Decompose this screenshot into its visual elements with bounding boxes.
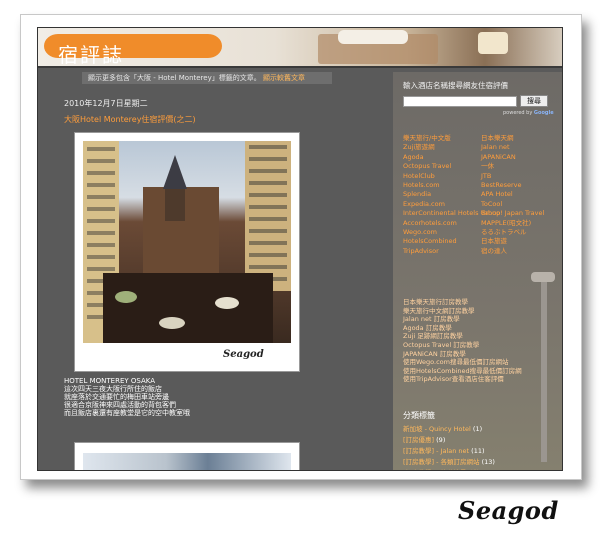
booking-site-link[interactable]: 日本樂天網 [481,134,561,143]
booking-links-left: 樂天旅行/中文版 Zuji旅遊網 Agoda Octopus Travel HotelC… [403,134,500,256]
howto-link[interactable]: Zuji 足跡網訂房教學 [403,332,522,341]
category-count: (9) [434,436,446,444]
hotel-exterior-photo [83,453,291,470]
powered-by-text: powered by [503,110,533,116]
booking-links-right: 日本樂天網 Jalan net JAPANiCAN 一休 JTB BestReserve A… [481,134,561,256]
building-right [245,141,291,291]
category-link[interactable]: [訂房教學] - Jalan net [403,447,469,455]
notice-text: 顯示更多包含「大阪 - Hotel Monterey」標籤的文章。 [88,74,261,82]
booking-site-link[interactable]: MAPPLE(昭文社) [481,219,561,228]
sidebar: 輸入酒店名稱搜尋網友住宿評價 搜尋 powered by Google 樂天旅行… [393,72,562,470]
chapel-tower [165,187,185,221]
booking-site-link[interactable]: Splendia [403,190,483,199]
howto-link[interactable]: Octopus Travel 訂房教學 [403,341,522,350]
lamp-pole-image [541,282,547,462]
post-body: HOTEL MONTEREY OSAKA 這次四天三夜大阪行所住的飯店 就座落於… [64,377,190,417]
booking-site-link[interactable]: Yahoo! Japan Travel [481,209,561,218]
post-line: 而且飯店裏還有座教堂是它的空中教室哦 [64,409,190,417]
booking-site-link[interactable]: HotelClub [403,172,483,181]
category-count: (1) [470,425,483,433]
category-list: 新加坡 - Quincy Hotel (1) [訂房優惠] (9) [訂房教學] -… [403,424,495,470]
booking-site-link[interactable]: Octopus Travel [403,162,483,171]
category-link[interactable]: 新加坡 - Quincy Hotel [403,425,471,433]
umbrella [159,317,185,329]
hotel-search-input[interactable] [403,96,517,107]
booking-site-link[interactable]: 樂天旅行/中文版 [403,134,483,143]
category-item: [訂房優惠] (9) [403,435,495,446]
booking-site-link[interactable]: 宿の達人 [481,247,561,256]
older-posts-link[interactable]: 顯示較舊文章 [263,74,305,82]
search-heading: 輸入酒店名稱搜尋網友住宿評價 [403,81,508,90]
post-photo[interactable]: Seagod [74,132,300,372]
photo-watermark: Seagod [223,349,264,360]
category-link[interactable]: [訂房教學] - 各類訂房網站 [403,458,480,466]
booking-site-link[interactable]: HotelsCombined [403,237,483,246]
category-item: 新加坡 - Quincy Hotel (1) [403,424,495,435]
booking-site-link[interactable]: BestReserve [481,181,561,190]
chapel-steeple [163,155,187,189]
category-link[interactable]: [訂房優惠] [403,436,434,444]
blog-screenshot: 宿評誌 顯示更多包含「大阪 - Hotel Monterey」標籤的文章。 顯示… [37,27,563,471]
booking-site-link[interactable]: InterContinental Hotels Group [403,209,500,218]
umbrella [215,297,239,309]
booking-site-link[interactable]: Zuji旅遊網 [403,143,483,152]
booking-site-link[interactable]: 日本旅遊 [481,237,561,246]
booking-site-link[interactable]: JTB [481,172,561,181]
category-count: (13) [479,458,495,466]
signature-watermark: Seagod [458,496,559,525]
courtyard [103,273,273,343]
howto-link[interactable]: 使用TripAdvisor查看酒店住客評價 [403,375,522,384]
category-item: [訂房教學] - 各類訂房網站 (13) [403,457,495,468]
howto-link[interactable]: Jalan net 訂房教學 [403,315,522,324]
post-line: 就座落於交通要忙的梅田車站旁邊 [64,393,169,401]
powered-by: powered by Google [503,110,554,116]
logo-badge[interactable]: 宿評誌 [44,34,222,66]
hotel-courtyard-photo [83,141,291,343]
umbrella [115,291,137,303]
blog-header: 宿評誌 [38,28,562,68]
booking-site-link[interactable]: JAPANiCAN [481,153,561,162]
header-lamp-image [478,32,508,54]
booking-site-link[interactable]: 一休 [481,162,561,171]
howto-links: 日本樂天旅行訂房教學 樂天旅行中文網訂房教學 Jalan net 訂房教學 Agoda… [403,298,522,384]
howto-link[interactable]: 日本樂天旅行訂房教學 [403,298,522,307]
booking-site-link[interactable]: Expedia.com [403,200,483,209]
post-date: 2010年12月7日星期二 [64,99,148,108]
booking-site-link[interactable]: Accorhotels.com [403,219,483,228]
google-logo: Google [533,110,554,116]
logo-text[interactable]: 宿評誌 [58,39,124,66]
post-line: HOTEL MONTEREY OSAKA [64,377,155,385]
howto-link[interactable]: 使用Wego.com搜尋最低價訂房網站 [403,358,522,367]
search-button[interactable]: 搜尋 [520,95,548,107]
category-count: (11) [469,447,485,455]
category-link[interactable]: [訂房教學] - 旅遊搜尋引擎 [403,469,480,470]
booking-site-link[interactable]: TripAdvisor [403,247,483,256]
header-pillow-image [338,30,408,44]
booking-site-link[interactable]: Jalan net [481,143,561,152]
post-title[interactable]: 大阪Hotel Monterey住宿評價(之二) [64,114,196,125]
post-photo-second[interactable] [74,442,300,470]
booking-site-link[interactable]: Wego.com [403,228,483,237]
post-line: 很適合京阪神來四處活動的背包客們 [64,401,176,409]
category-count: (3) [480,469,491,470]
booking-site-link[interactable]: ToCool [481,200,561,209]
label-notice-bar: 顯示更多包含「大阪 - Hotel Monterey」標籤的文章。 顯示較舊文章 [82,72,332,84]
booking-site-link[interactable]: APA Hotel [481,190,561,199]
booking-site-link[interactable]: Hotels.com [403,181,483,190]
lamp-image [531,272,555,282]
booking-site-link[interactable]: Agoda [403,153,483,162]
category-item: [訂房教學] - 旅遊搜尋引擎 (3) [403,468,495,470]
post-line: 這次四天三夜大阪行所住的飯店 [64,385,162,393]
howto-link[interactable]: 樂天旅行中文網訂房教學 [403,307,522,316]
howto-link[interactable]: JAPANiCAN 訂房教學 [403,350,522,359]
photo-frame: 宿評誌 顯示更多包含「大阪 - Hotel Monterey」標籤的文章。 顯示… [20,14,582,480]
categories-heading: 分類標籤 [403,411,435,420]
category-item: [訂房教學] - Jalan net (11) [403,446,495,457]
